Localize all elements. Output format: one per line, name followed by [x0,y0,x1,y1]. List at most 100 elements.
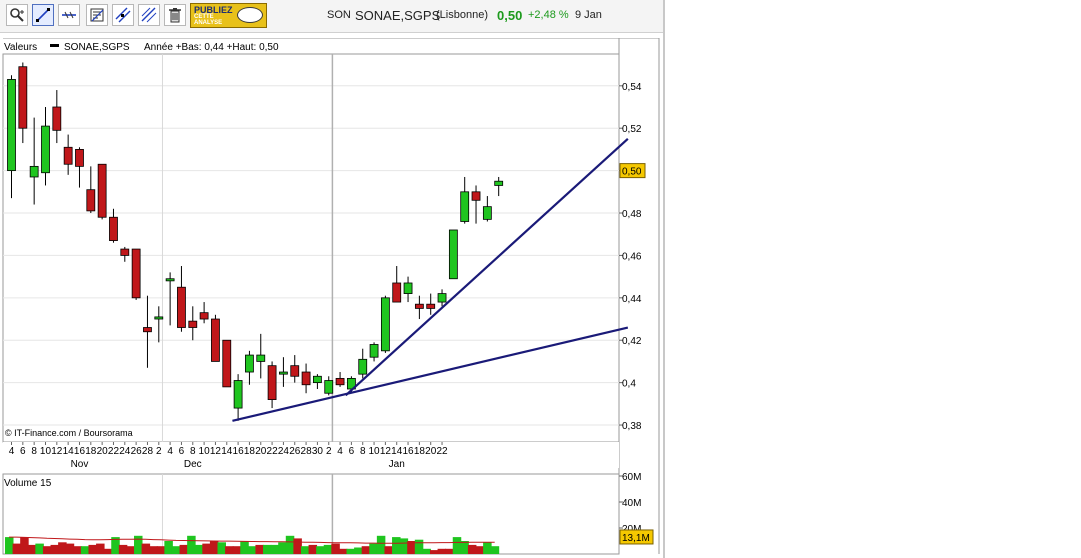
volume-bar [5,537,14,554]
volume-bar [126,546,135,554]
volume-bar [194,544,204,554]
price-tick-label: 0,52 [622,124,642,135]
volume-bar [361,546,371,554]
volume-bar [103,548,113,554]
chart-notes-icon [90,8,104,22]
volume-bar [179,544,189,554]
x-tick-label: 26 [131,446,143,457]
candle-body [324,380,334,394]
legend-series-name: SONAE,SGPS [64,42,130,53]
candle-body [460,191,470,222]
x-tick-label: 14 [221,446,233,457]
publish-analysis-button[interactable]: PUBLIEZ CETTE ANALYSE [190,3,267,28]
magnifier-icon [10,8,24,22]
candle-body [222,339,232,388]
candle-body [131,248,141,299]
volume-bar [88,544,97,554]
volume-bar [429,550,439,554]
candle-body [380,297,390,352]
volume-bar [278,542,287,554]
x-tick-label: 6 [20,446,26,457]
horizontal-line-tool-button[interactable] [58,4,80,26]
candle-body [154,316,164,320]
volume-bar [202,543,211,554]
x-tick-label: 22 [267,446,279,457]
candle-body [233,380,243,409]
candle-body [29,165,39,178]
volume-bar [27,544,37,554]
volume-bar [171,546,181,554]
volume-bar [445,548,454,554]
candle-body [482,206,492,220]
volume-tick-label: 40M [622,498,641,509]
x-tick-label: 20 [97,446,109,457]
x-tick-label: 16 [402,446,414,457]
quote-name: SONAE,SGPS [355,8,441,23]
x-tick-label: 4 [9,446,15,457]
candle-body [177,286,186,328]
volume-bar [414,539,424,554]
volume-bar [209,541,219,554]
trendline-tool-button[interactable] [32,4,54,26]
candle-body [279,371,288,375]
volume-bar [323,544,333,554]
parallel-lines-icon [141,7,157,23]
parallel-lines-tool-button[interactable] [138,4,160,26]
volume-bar [263,544,272,554]
legend-line-swatch [50,44,59,47]
candle-body [448,229,458,280]
x-tick-label: 22 [436,446,448,457]
x-tick-label: 4 [337,446,343,457]
x-tick-label: 28 [301,446,313,457]
candle-body [7,79,16,172]
volume-bar [475,546,485,554]
quote-date: 9 Jan [575,9,602,21]
candle-body [41,125,50,174]
volume-bar [270,544,280,554]
candle-body [143,327,152,333]
x-tick-label: 10 [368,446,380,457]
promo-line3: ANALYSE [194,20,223,26]
volume-bar [354,547,363,554]
quote-code: SON [327,9,351,21]
volume-bar [65,543,75,554]
candle-body [267,365,277,400]
x-tick-label: 8 [31,446,37,457]
x-tick-label: 14 [63,446,75,457]
price-tick-label: 0,54 [622,82,642,93]
price-tick-label: 0,46 [622,251,642,262]
candle-body [313,375,322,384]
price-chart[interactable]: Valeurs SONAE,SGPS Année +Bas: 0,44 +Haut:… [0,38,663,558]
x-tick-label: 22 [108,446,120,457]
price-tick-label: 0,4 [622,379,636,390]
last-volume-label: 13,1M [622,533,650,544]
legend-range-info: Année +Bas: 0,44 +Haut: 0,50 [144,42,279,53]
volume-bar [255,544,264,554]
month-label: Jan [389,459,405,470]
watermark: © IT-Finance.com / Boursorama [5,428,133,438]
candle-body [290,365,300,377]
zoom-tool-button[interactable] [6,4,28,26]
horizontal-line-icon [62,11,76,19]
candle-body [369,344,379,358]
candle-body [52,106,62,131]
legend-valeurs: Valeurs [4,42,37,53]
x-tick-label: 12 [210,446,222,457]
volume-bar [247,546,257,554]
channel-tool-button[interactable] [112,4,134,26]
month-label: Nov [71,459,89,470]
trash-icon [169,8,181,23]
x-tick-label: 6 [179,446,185,457]
annotation-tool-button[interactable] [86,4,108,26]
x-tick-label: 14 [391,446,403,457]
delete-tool-button[interactable] [164,4,186,26]
price-tick-label: 0,42 [622,336,642,347]
x-tick-label: 10 [40,446,52,457]
quote-change: +2,48 % [528,9,569,21]
candle-body [97,163,107,218]
toolbar: PUBLIEZ CETTE ANALYSE SON SONAE,SGPS (Li… [0,0,663,33]
volume-bar [118,544,128,554]
x-tick-label: 24 [278,446,290,457]
candle-body [75,149,84,167]
volume-bar [384,546,393,554]
